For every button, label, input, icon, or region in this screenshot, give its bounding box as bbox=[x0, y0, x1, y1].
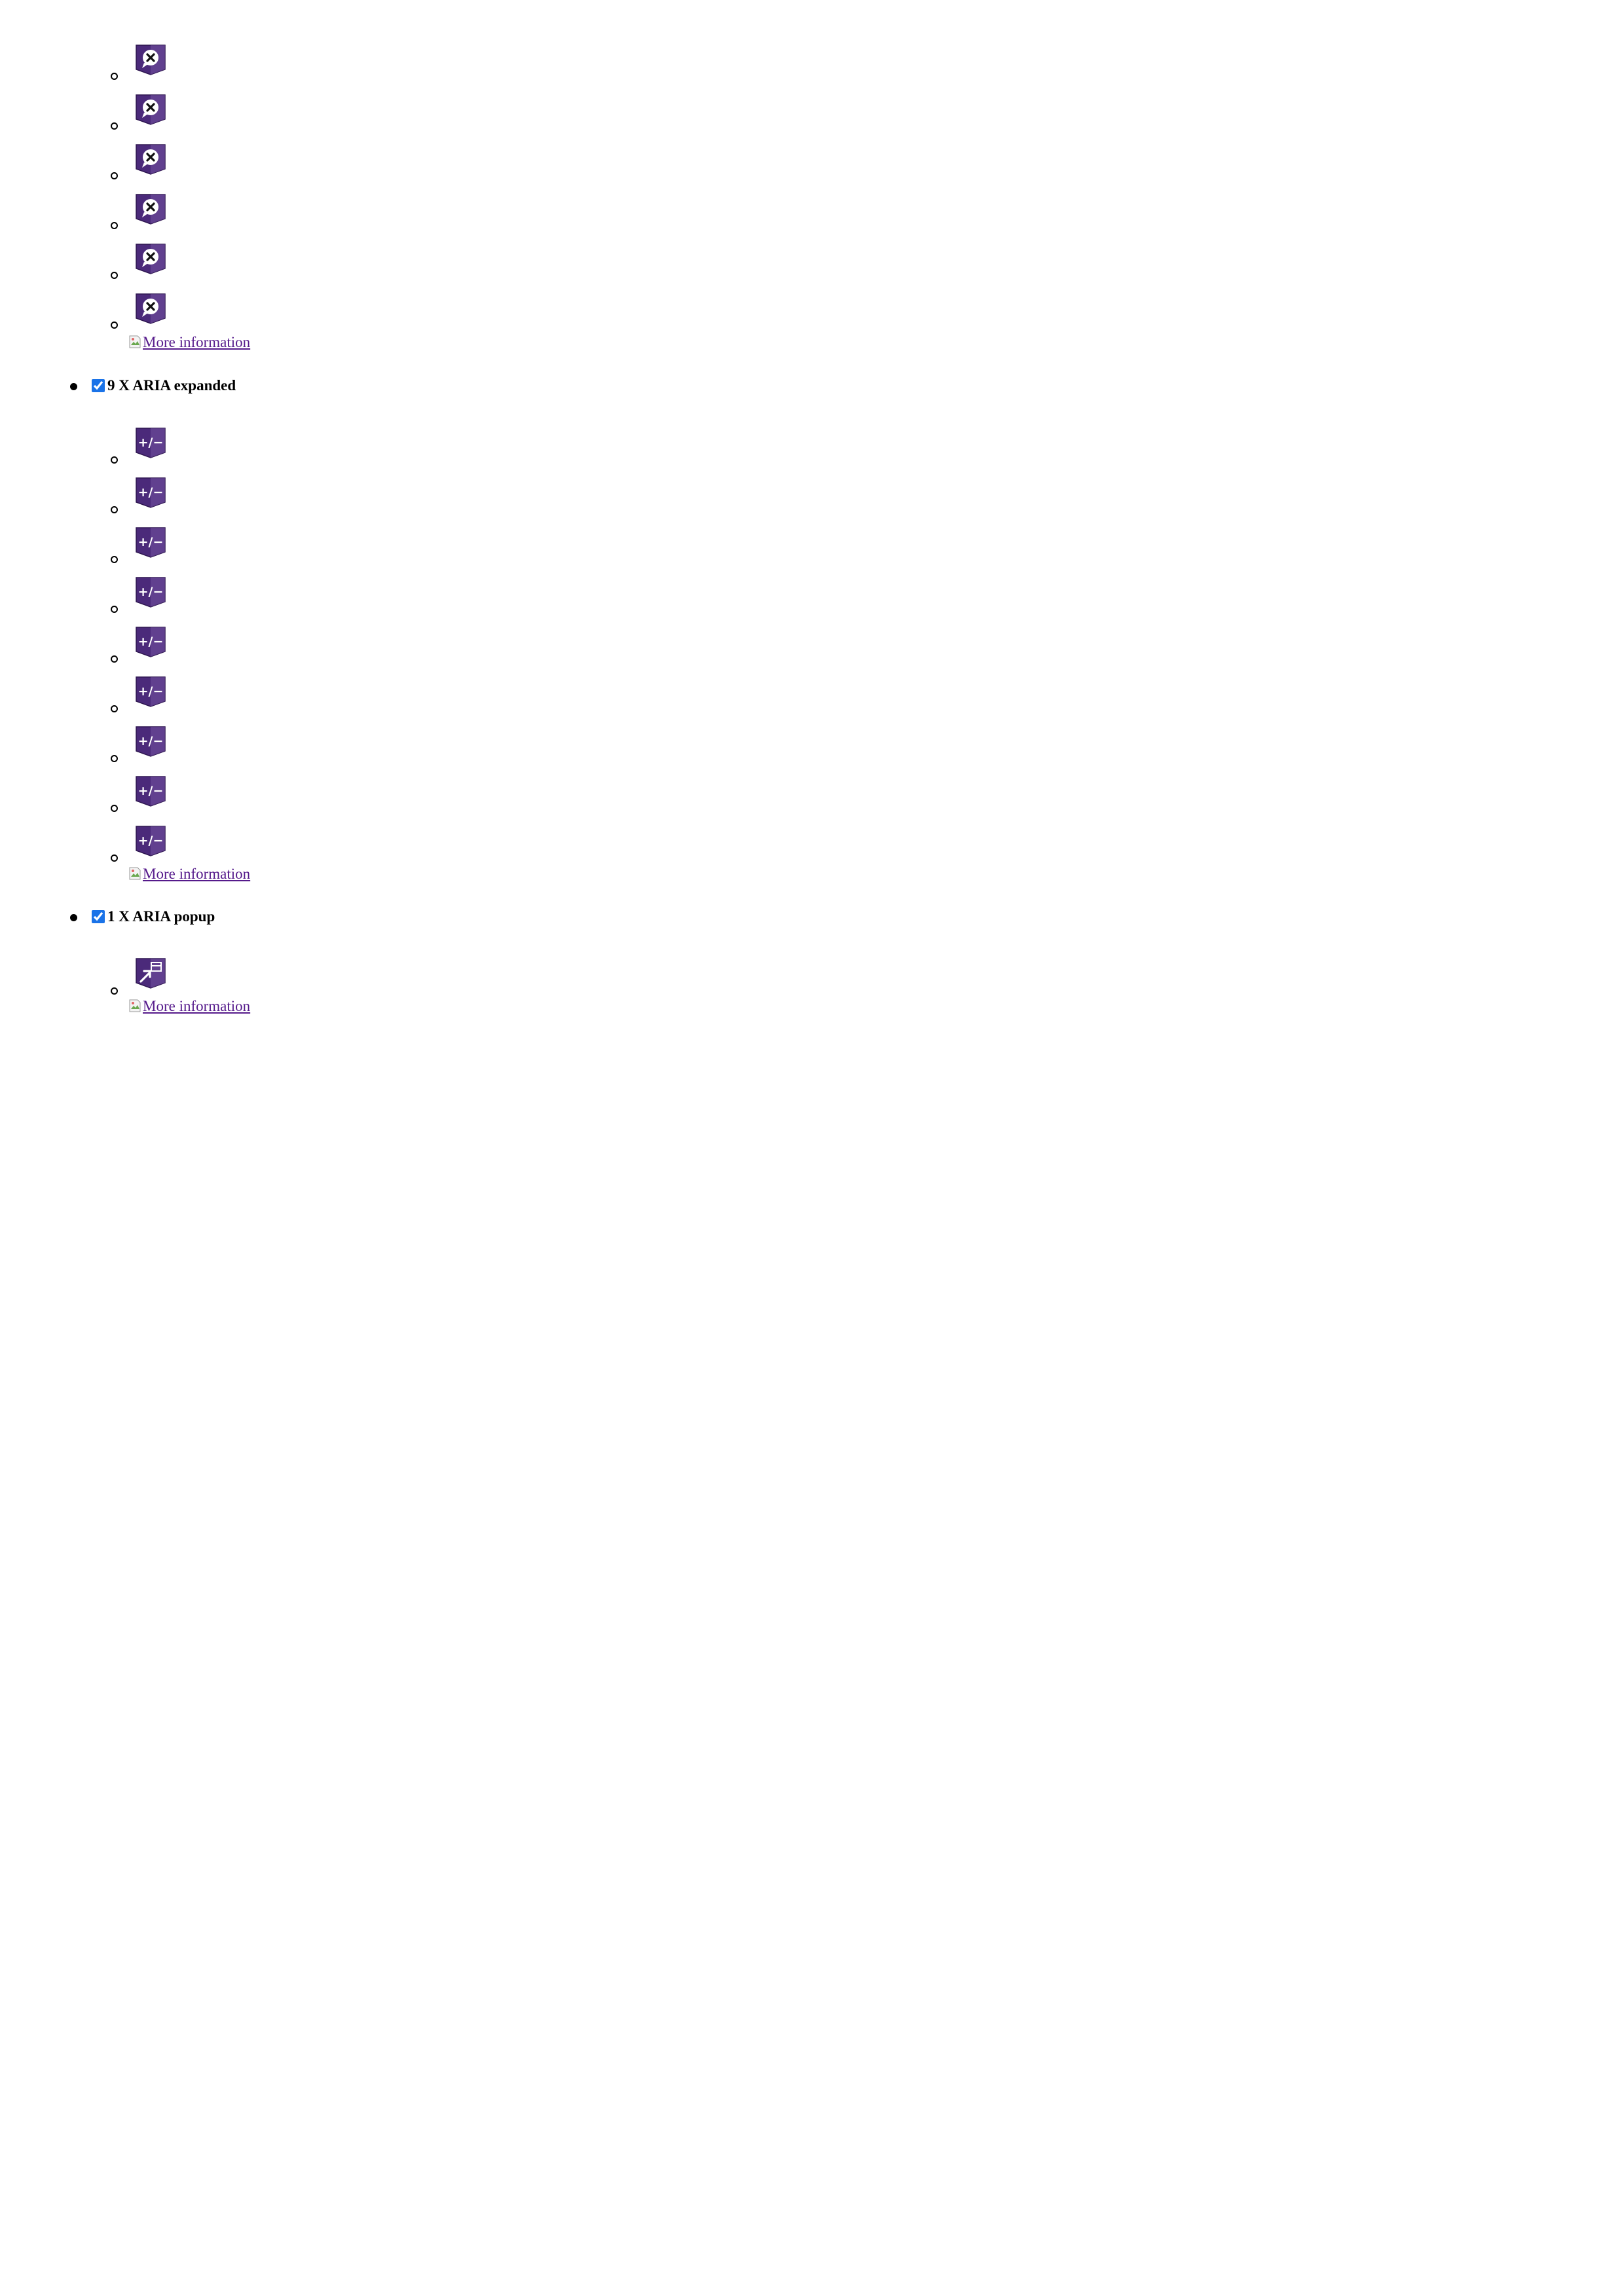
sublist-bullet bbox=[111, 122, 118, 130]
section-toggle-checkbox[interactable] bbox=[92, 379, 105, 392]
svg-text:+/−: +/− bbox=[138, 634, 164, 649]
sublist-bullet bbox=[111, 272, 118, 279]
plus-minus-icon[interactable]: +/− bbox=[134, 725, 167, 758]
plus-minus-icon[interactable]: +/− bbox=[134, 625, 167, 658]
alert-x-icon[interactable] bbox=[134, 43, 167, 76]
sublist-bullet bbox=[111, 506, 118, 513]
svg-text:+/−: +/− bbox=[138, 834, 164, 848]
svg-text:+/−: +/− bbox=[138, 734, 164, 748]
sublist-bullet bbox=[111, 456, 118, 464]
sublist-bullet bbox=[111, 556, 118, 563]
sublist-bullet bbox=[111, 655, 118, 663]
svg-text:+/−: +/− bbox=[138, 535, 164, 549]
list-bullet bbox=[70, 383, 77, 390]
alert-x-icon[interactable] bbox=[134, 93, 167, 126]
sublist-bullet bbox=[111, 73, 118, 80]
more-information-link[interactable]: More information bbox=[128, 334, 250, 351]
sublist-bullet bbox=[111, 805, 118, 812]
broken-image-icon bbox=[128, 866, 141, 881]
more-information-link[interactable]: More information bbox=[128, 866, 250, 883]
broken-image-icon bbox=[128, 335, 141, 349]
more-information-link[interactable]: More information bbox=[128, 998, 250, 1015]
section-heading[interactable]: 1 X ARIA popup bbox=[92, 908, 215, 925]
sublist-bullet bbox=[111, 755, 118, 762]
broken-image-icon bbox=[128, 999, 141, 1013]
plus-minus-icon[interactable]: +/− bbox=[134, 526, 167, 559]
svg-text:+/−: +/− bbox=[138, 485, 164, 500]
svg-text:+/−: +/− bbox=[138, 784, 164, 798]
sublist-bullet bbox=[111, 854, 118, 862]
plus-minus-icon[interactable]: +/− bbox=[134, 476, 167, 509]
svg-text:+/−: +/− bbox=[138, 684, 164, 699]
section-heading[interactable]: 9 X ARIA expanded bbox=[92, 377, 236, 394]
alert-x-icon[interactable] bbox=[134, 292, 167, 325]
svg-text:+/−: +/− bbox=[138, 435, 164, 450]
section-toggle-checkbox[interactable] bbox=[92, 910, 105, 923]
sublist-bullet bbox=[111, 705, 118, 712]
svg-text:+/−: +/− bbox=[138, 585, 164, 599]
alert-x-icon[interactable] bbox=[134, 242, 167, 275]
sublist-bullet bbox=[111, 222, 118, 229]
popup-icon[interactable] bbox=[134, 957, 167, 989]
plus-minus-icon[interactable]: +/− bbox=[134, 775, 167, 807]
list-bullet bbox=[70, 914, 77, 921]
sublist-bullet bbox=[111, 987, 118, 995]
sublist-bullet bbox=[111, 172, 118, 179]
sublist-bullet bbox=[111, 321, 118, 329]
alert-x-icon[interactable] bbox=[134, 193, 167, 225]
plus-minus-icon[interactable]: +/− bbox=[134, 824, 167, 857]
plus-minus-icon[interactable]: +/− bbox=[134, 426, 167, 459]
plus-minus-icon[interactable]: +/− bbox=[134, 576, 167, 608]
alert-x-icon[interactable] bbox=[134, 143, 167, 175]
plus-minus-icon[interactable]: +/− bbox=[134, 675, 167, 708]
sublist-bullet bbox=[111, 606, 118, 613]
